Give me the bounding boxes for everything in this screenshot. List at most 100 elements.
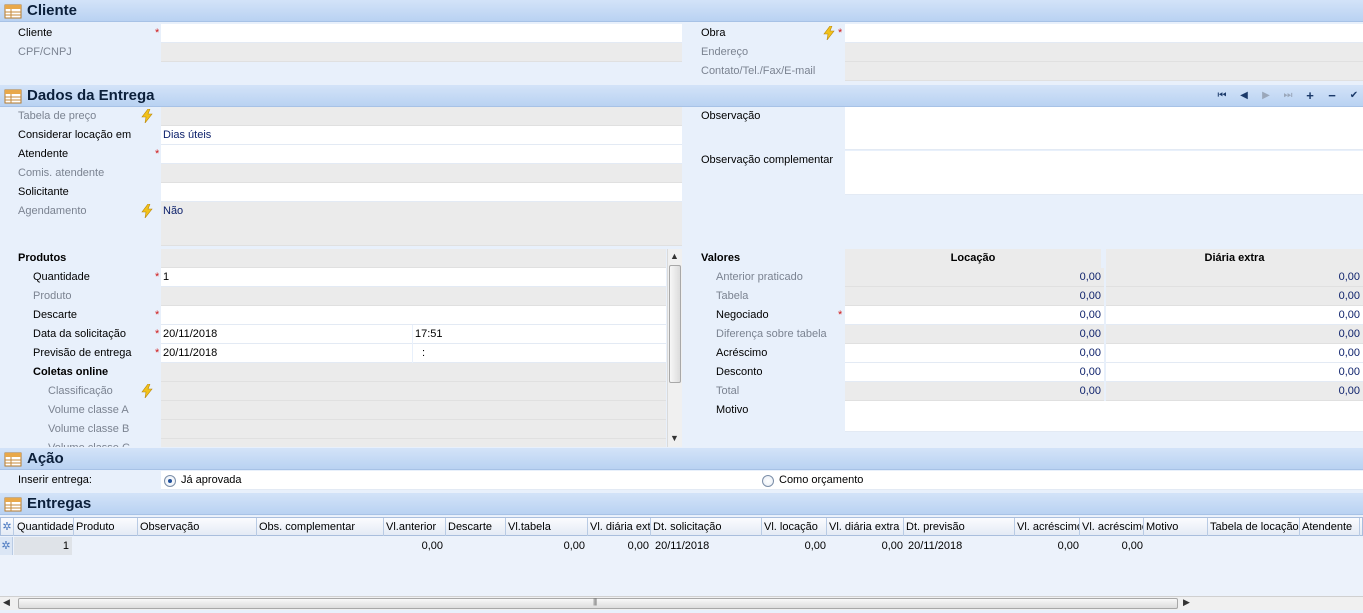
option-aprovada-label[interactable]: Já aprovada (181, 471, 242, 490)
previsao-date-input[interactable]: 20/11/2018 (161, 344, 412, 363)
required-marker: * (155, 148, 160, 160)
column-header[interactable]: Vl. locação (762, 518, 827, 536)
valores-diaria-cell[interactable]: 0,00 (1106, 363, 1363, 382)
produtos-scrollbar[interactable]: ▲ ▼ (667, 249, 682, 447)
obs-comp-textarea[interactable] (845, 151, 1363, 195)
table-icon (4, 89, 22, 104)
valores-diaria-cell[interactable]: 0,00 (1106, 306, 1363, 325)
column-header[interactable]: Tabela de locação (1208, 518, 1300, 536)
volume-a-field (161, 401, 666, 420)
cpf-field (161, 43, 682, 62)
grid-header: ✲ Quantidade Produto Observação Obs. comple… (0, 517, 1363, 536)
radio-orcamento[interactable] (762, 475, 774, 487)
contato-label: Contato/Tel./Fax/E-mail (701, 65, 816, 77)
scroll-down-icon[interactable]: ▼ (670, 433, 679, 443)
column-header[interactable]: Vl. diária extra (827, 518, 904, 536)
column-header[interactable]: Quantidade (15, 518, 74, 536)
inserir-label: Inserir entrega: (18, 474, 92, 486)
next-record-icon[interactable]: ▶ (1259, 89, 1273, 103)
cliente-input[interactable] (161, 24, 682, 43)
tabela-preco-field (161, 107, 682, 126)
table-row[interactable]: ✲ 1 0,00 0,00 0,00 20/11/2018 0,00 0,00 … (0, 537, 1363, 555)
column-header[interactable]: Vl.tabela (506, 518, 588, 536)
lightning-icon[interactable] (823, 26, 835, 40)
cell-dt-solicitacao[interactable]: 20/11/2018 (653, 537, 763, 555)
valores-row-label: Negociado (716, 309, 769, 321)
valores-locacao-cell: 0,00 (845, 287, 1104, 306)
column-header[interactable]: Vl. acréscimo (1015, 518, 1080, 536)
scroll-left-icon[interactable]: ◀ (3, 597, 10, 608)
cell-vl-anterior[interactable]: 0,00 (384, 537, 446, 555)
valores-locacao-cell: 0,00 (845, 268, 1104, 287)
required-marker: * (838, 309, 843, 321)
solicitante-input[interactable] (161, 183, 682, 202)
column-header[interactable]: Descarte (446, 518, 506, 536)
cliente-label: Cliente (18, 27, 53, 39)
valores-diaria-cell[interactable]: 0,00 (1106, 344, 1363, 363)
valores-diaria-cell: 0,00 (1106, 268, 1363, 287)
last-record-icon[interactable]: ⏭ (1281, 89, 1295, 103)
prev-record-icon[interactable]: ◀ (1237, 89, 1251, 103)
grid-corner-icon[interactable]: ✲ (1, 518, 14, 536)
column-header[interactable]: Vl.anterior (384, 518, 446, 536)
valores-row-label: Desconto (716, 366, 763, 378)
first-record-icon[interactable]: ⏮ (1215, 89, 1229, 103)
cell-vl-acrescimo-2[interactable]: 0,00 (1082, 537, 1146, 555)
cell-vl-diaria-ext[interactable]: 0,00 (589, 537, 652, 555)
column-header[interactable]: Vl. acréscimo (1080, 518, 1144, 536)
cell-vl-locacao[interactable]: 0,00 (764, 537, 829, 555)
remove-record-icon[interactable]: − (1325, 89, 1339, 103)
contato-field (845, 62, 1363, 81)
quantidade-input[interactable]: 1 (161, 268, 666, 287)
cell-vl-tabela[interactable]: 0,00 (507, 537, 588, 555)
cell-quantidade[interactable]: 1 (14, 537, 72, 555)
lightning-icon[interactable] (141, 204, 153, 218)
section-header-entregas: Entregas (0, 493, 1363, 515)
column-header[interactable]: Obs. complementar (257, 518, 384, 536)
section-header-acao: Ação (0, 448, 1363, 470)
produto-label: Produto (33, 290, 72, 302)
cell-vl-diaria-extra[interactable]: 0,00 (829, 537, 906, 555)
column-header[interactable]: Motivo (1144, 518, 1208, 536)
lightning-icon[interactable] (141, 384, 153, 398)
previsao-time-input[interactable]: : (413, 344, 666, 363)
column-header[interactable]: Dt. previsão (904, 518, 1015, 536)
radio-aprovada[interactable] (164, 475, 176, 487)
valores-row-label: Anterior praticado (716, 271, 803, 283)
coletas-field (161, 363, 666, 382)
scroll-thumb[interactable]: ||| (18, 597, 1178, 609)
confirm-icon[interactable]: ✔ (1347, 89, 1361, 103)
column-header[interactable]: Vl. diária ext (588, 518, 651, 536)
motivo-textarea[interactable] (845, 401, 1363, 432)
valores-locacao-cell[interactable]: 0,00 (845, 306, 1104, 325)
cell-vl-acrescimo[interactable]: 0,00 (1017, 537, 1082, 555)
grid-horizontal-scrollbar[interactable]: ◀ ||| ▶ (0, 596, 1363, 610)
data-solic-time-input[interactable]: 17:51 (413, 325, 666, 344)
clipped-row: Volume classe C (0, 439, 666, 447)
scroll-thumb[interactable] (669, 265, 681, 383)
data-solic-date-input[interactable]: 20/11/2018 (161, 325, 412, 344)
descarte-input[interactable] (161, 306, 666, 325)
column-header[interactable]: Produto (74, 518, 138, 536)
column-header[interactable]: Atendente (1300, 518, 1360, 536)
valores-locacao-cell[interactable]: 0,00 (845, 363, 1104, 382)
table-icon (4, 452, 22, 467)
obra-input[interactable] (845, 24, 1363, 43)
scroll-up-icon[interactable]: ▲ (670, 251, 679, 261)
valores-locacao-cell[interactable]: 0,00 (845, 344, 1104, 363)
column-header[interactable]: Observação (138, 518, 257, 536)
observacao-textarea[interactable] (845, 107, 1363, 150)
considerar-select[interactable]: Dias úteis (161, 126, 682, 145)
scroll-right-icon[interactable]: ▶ (1183, 597, 1190, 608)
required-marker: * (155, 347, 160, 359)
cell-dt-previsao[interactable]: 20/11/2018 (906, 537, 1016, 555)
add-record-icon[interactable]: + (1303, 89, 1317, 103)
column-header[interactable]: Dt. solicitação (651, 518, 762, 536)
agendamento-field: Não (161, 202, 682, 246)
option-orcamento-label[interactable]: Como orçamento (779, 471, 863, 490)
row-indicator-icon[interactable]: ✲ (0, 537, 13, 555)
data-solic-label: Data da solicitação (33, 328, 126, 340)
lightning-icon[interactable] (141, 109, 153, 123)
atendente-label: Atendente (18, 148, 69, 160)
atendente-input[interactable] (161, 145, 682, 164)
